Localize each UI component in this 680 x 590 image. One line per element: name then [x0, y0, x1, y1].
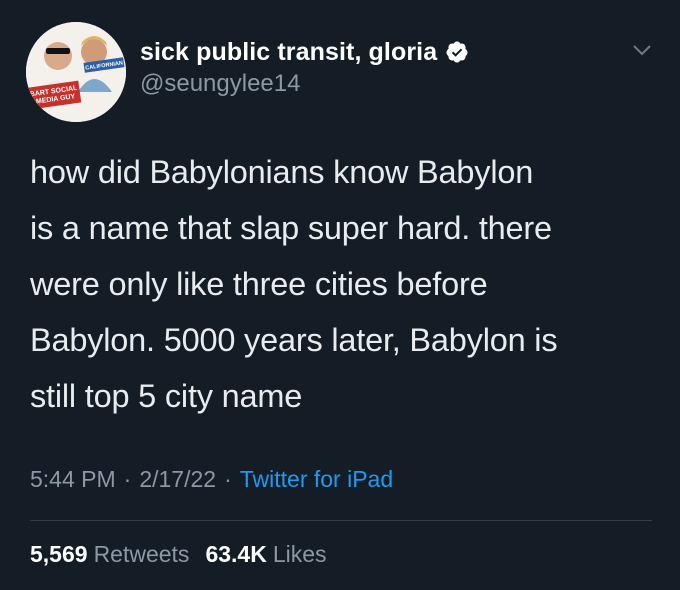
chevron-down-icon[interactable] [630, 38, 654, 62]
tweet-stats: 5,569 Retweets 63.4K Likes [30, 541, 343, 568]
tweet-meta: 5:44 PM · 2/17/22 · Twitter for iPad [30, 466, 393, 493]
author-handle[interactable]: @seungylee14 [140, 70, 469, 98]
avatar[interactable]: BART SOCIAL MEDIA GUY CALIFORNIAN [26, 22, 126, 122]
meta-separator: · [224, 466, 232, 492]
retweets-label: Retweets [93, 541, 190, 567]
divider [30, 520, 652, 521]
likes-stat[interactable]: 63.4K Likes [205, 541, 326, 568]
tweet-author[interactable]: sick public transit, gloria @seungylee14 [140, 36, 469, 98]
author-display-name[interactable]: sick public transit, gloria [140, 38, 437, 67]
verified-badge-icon [446, 41, 468, 63]
retweets-count: 5,569 [30, 541, 88, 567]
tweet-card: BART SOCIAL MEDIA GUY CALIFORNIAN sick p… [0, 0, 680, 590]
tweet-source-link[interactable]: Twitter for iPad [240, 466, 393, 493]
tweet-text: how did Babylonians know Babylon is a na… [30, 154, 558, 414]
tweet-date[interactable]: 2/17/22 [139, 466, 216, 493]
meta-separator: · [123, 466, 132, 492]
likes-count: 63.4K [205, 541, 267, 567]
author-name-row: sick public transit, gloria [140, 36, 469, 68]
likes-label: Likes [272, 541, 327, 567]
retweets-stat[interactable]: 5,569 Retweets [30, 541, 189, 568]
tweet-time[interactable]: 5:44 PM [30, 466, 116, 493]
